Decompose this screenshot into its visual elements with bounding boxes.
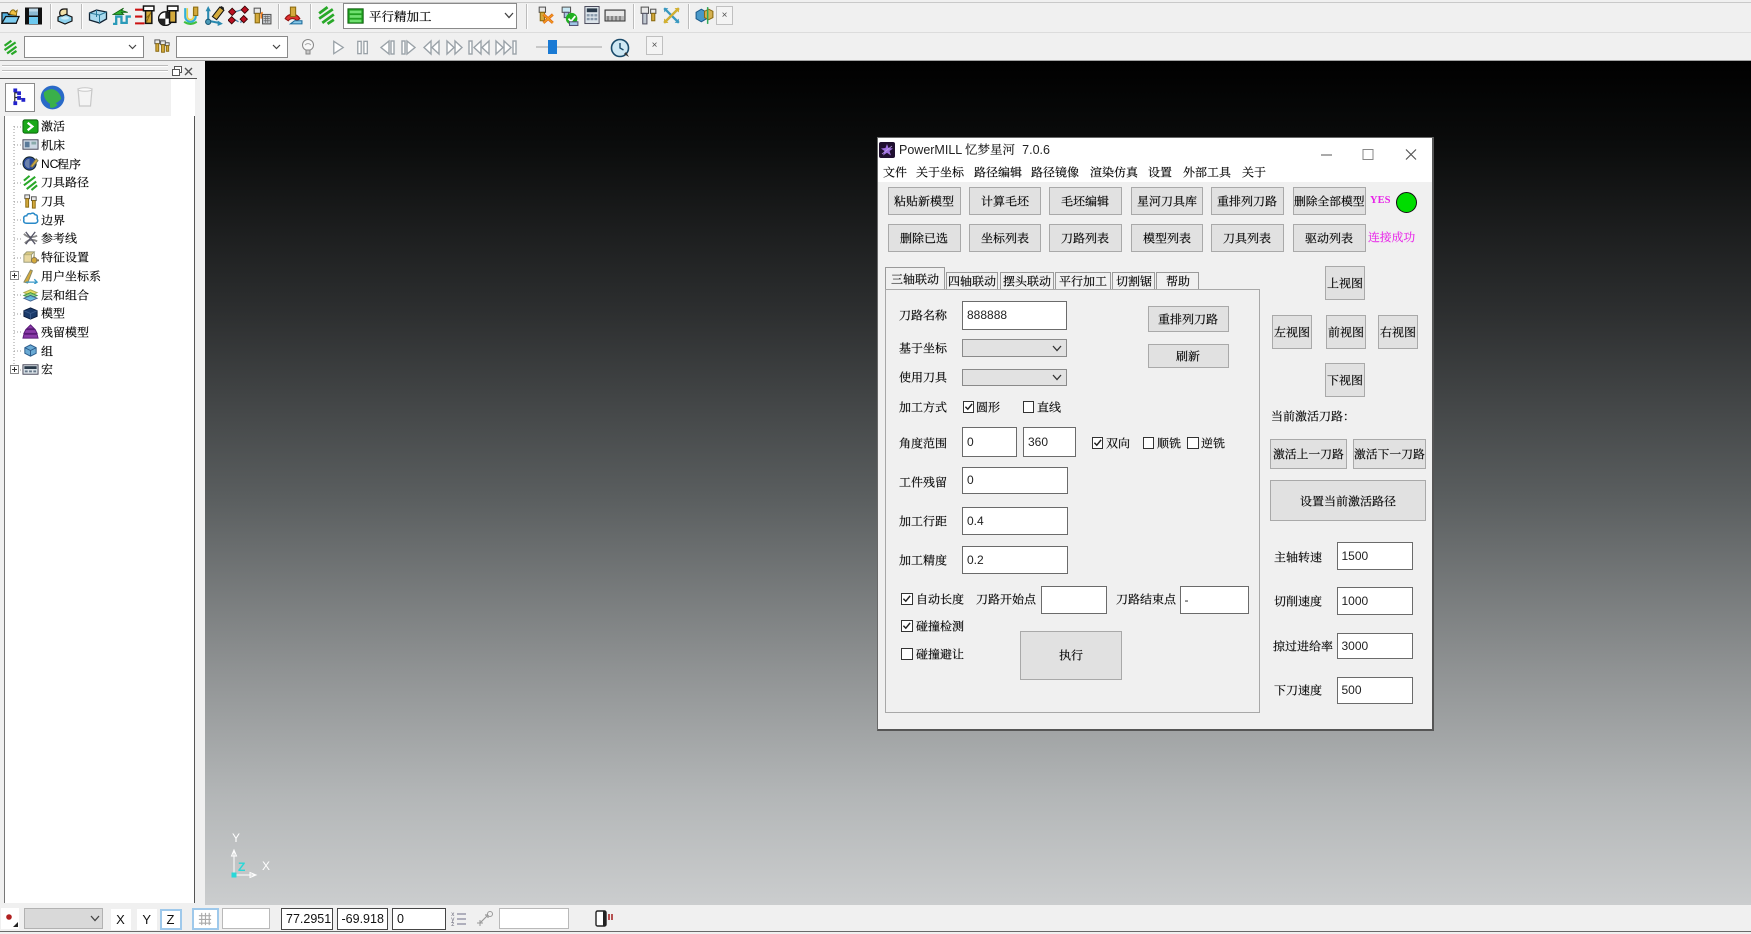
svg-text:Z: Z	[238, 860, 245, 874]
svg-text:Y: Y	[232, 831, 240, 845]
svg-text:z: z	[451, 921, 455, 927]
svg-text:X: X	[262, 859, 270, 873]
